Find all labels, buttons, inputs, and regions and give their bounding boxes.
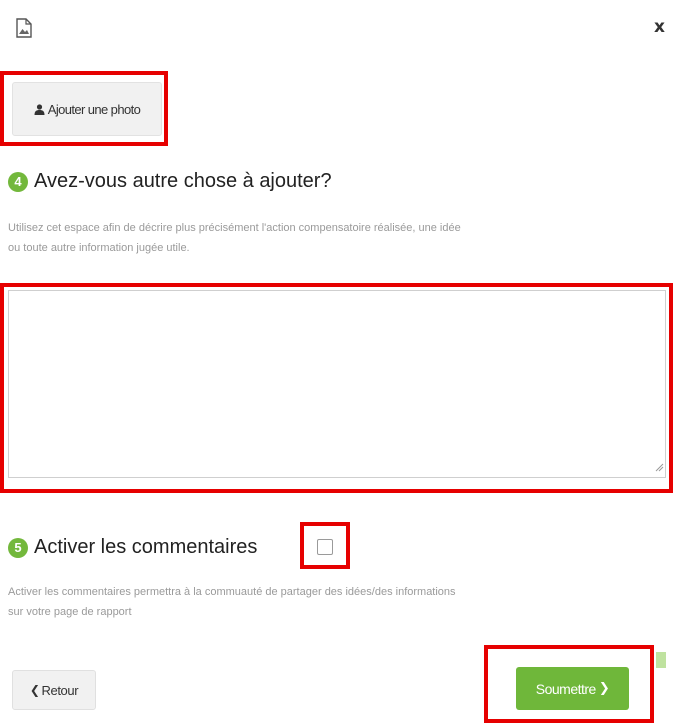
step-5-help-line-1: Activer les commentaires permettra à la … (8, 586, 456, 598)
step-5-number-badge: 5 (8, 537, 28, 558)
step-4-help-line-1: Utilisez cet espace afin de décrire plus… (8, 222, 461, 234)
step-5-heading: 5 Activer les commentaires (8, 536, 257, 559)
additional-info-textarea[interactable] (8, 290, 666, 478)
document-image-icon (16, 18, 32, 38)
green-edge-decoration (656, 652, 666, 668)
user-icon (34, 103, 45, 115)
back-button-label: Retour (41, 682, 79, 698)
submit-button-label: Soumettre (535, 680, 597, 697)
step-4-help-text: Utilisez cet espace afin de décrire plus… (8, 218, 680, 258)
add-photo-button[interactable]: Ajouter une photo (12, 82, 162, 136)
step-5-title: Activer les commentaires (34, 536, 258, 558)
add-photo-label: Ajouter une photo (47, 101, 141, 117)
resize-handle-icon[interactable] (654, 462, 664, 472)
chevron-right-icon: ❯ (598, 681, 610, 696)
step-4-heading: 4 Avez-vous autre chose à ajouter? (8, 170, 332, 193)
step-4-number-badge: 4 (8, 171, 28, 192)
step-4-title: Avez-vous autre chose à ajouter? (34, 170, 332, 192)
step-4-help-line-2: ou toute autre information jugée utile. (8, 242, 190, 254)
enable-comments-checkbox[interactable] (317, 539, 333, 555)
step-5-help-line-2: sur votre page de rapport (8, 606, 132, 618)
back-button[interactable]: ❮ Retour (12, 670, 96, 710)
chevron-left-icon: ❮ (29, 683, 40, 697)
submit-button[interactable]: Soumettre ❯ (516, 667, 629, 710)
close-icon[interactable]: x (654, 17, 665, 37)
step-5-help-text: Activer les commentaires permettra à la … (8, 582, 680, 622)
